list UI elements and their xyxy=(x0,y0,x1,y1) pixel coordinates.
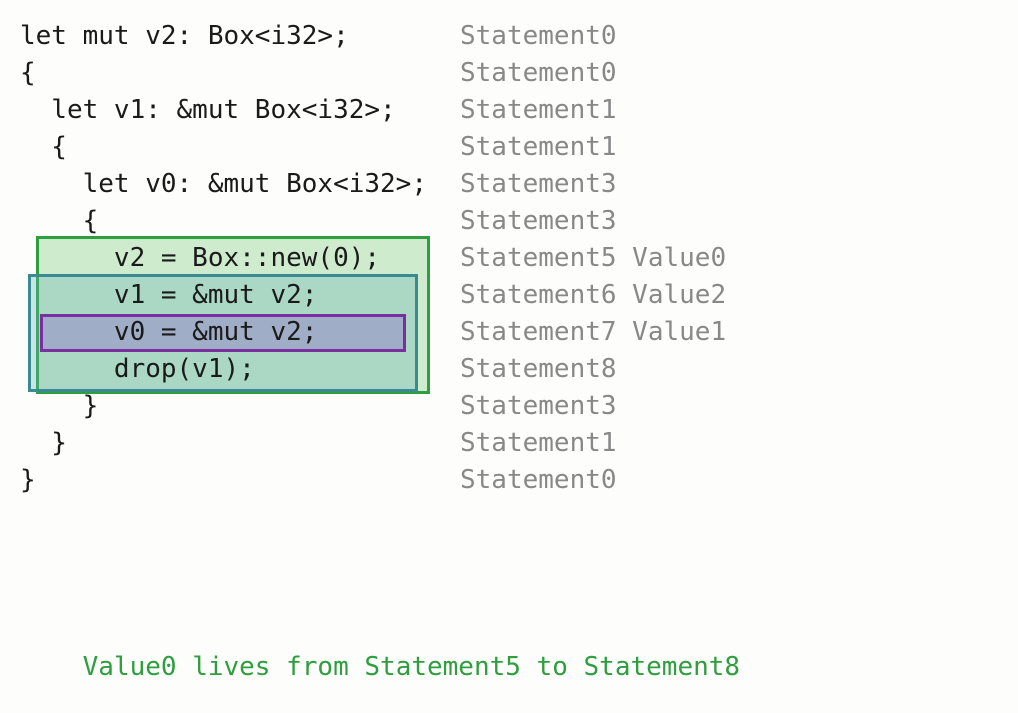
code-line: } Statement1 xyxy=(20,425,1018,462)
annotation-text: Statement6 Value2 xyxy=(460,277,726,314)
legend: Value0 lives from Statement5 to Statemen… xyxy=(20,538,740,713)
code-line: v1 = &mut v2; Statement6 Value2 xyxy=(20,277,1018,314)
code-text: { xyxy=(20,203,98,240)
code-line: let v1: &mut Box<i32>; Statement1 xyxy=(20,92,1018,129)
annotation-text: Statement1 xyxy=(460,129,617,166)
code-text: v1 = &mut v2; xyxy=(20,277,317,314)
code-line: let v0: &mut Box<i32>; Statement3 xyxy=(20,166,1018,203)
annotation-text: Statement0 xyxy=(460,462,617,499)
code-line: { Statement1 xyxy=(20,129,1018,166)
code-text: } xyxy=(20,462,36,499)
annotation-text: Statement3 xyxy=(460,166,617,203)
code-line: v0 = &mut v2; Statement7 Value1 xyxy=(20,314,1018,351)
code-stage: let mut v2: Box<i32>; Statement0 { State… xyxy=(0,0,1018,499)
annotation-text: Statement1 xyxy=(460,425,617,462)
code-line: } Statement0 xyxy=(20,462,1018,499)
code-line: let mut v2: Box<i32>; Statement0 xyxy=(20,18,1018,55)
code-line: drop(v1); Statement8 xyxy=(20,351,1018,388)
annotation-text: Statement0 xyxy=(460,18,617,55)
annotation-text: Statement3 xyxy=(460,388,617,425)
annotation-text: Statement8 xyxy=(460,351,617,388)
annotation-text: Statement1 xyxy=(460,92,617,129)
code-text: { xyxy=(20,55,36,92)
annotation-text: Statement0 xyxy=(460,55,617,92)
code-text: } xyxy=(20,425,67,462)
code-text: let v0: &mut Box<i32>; xyxy=(20,166,427,203)
code-line: v2 = Box::new(0); Statement5 Value0 xyxy=(20,240,1018,277)
annotation-text: Statement5 Value0 xyxy=(460,240,726,277)
legend-text: Value0 lives from Statement5 to Statemen… xyxy=(83,652,740,682)
code-line: { Statement0 xyxy=(20,55,1018,92)
annotation-text: Statement7 Value1 xyxy=(460,314,726,351)
code-text: v0 = &mut v2; xyxy=(20,314,317,351)
annotation-text: Statement3 xyxy=(460,203,617,240)
code-line: { Statement3 xyxy=(20,203,1018,240)
legend-row-value0: Value0 lives from Statement5 to Statemen… xyxy=(20,612,740,649)
code-text: v2 = Box::new(0); xyxy=(20,240,380,277)
code-text: let mut v2: Box<i32>; xyxy=(20,18,349,55)
code-text: let v1: &mut Box<i32>; xyxy=(20,92,396,129)
code-text: } xyxy=(20,388,98,425)
code-text: drop(v1); xyxy=(20,351,255,388)
code-text: { xyxy=(20,129,67,166)
